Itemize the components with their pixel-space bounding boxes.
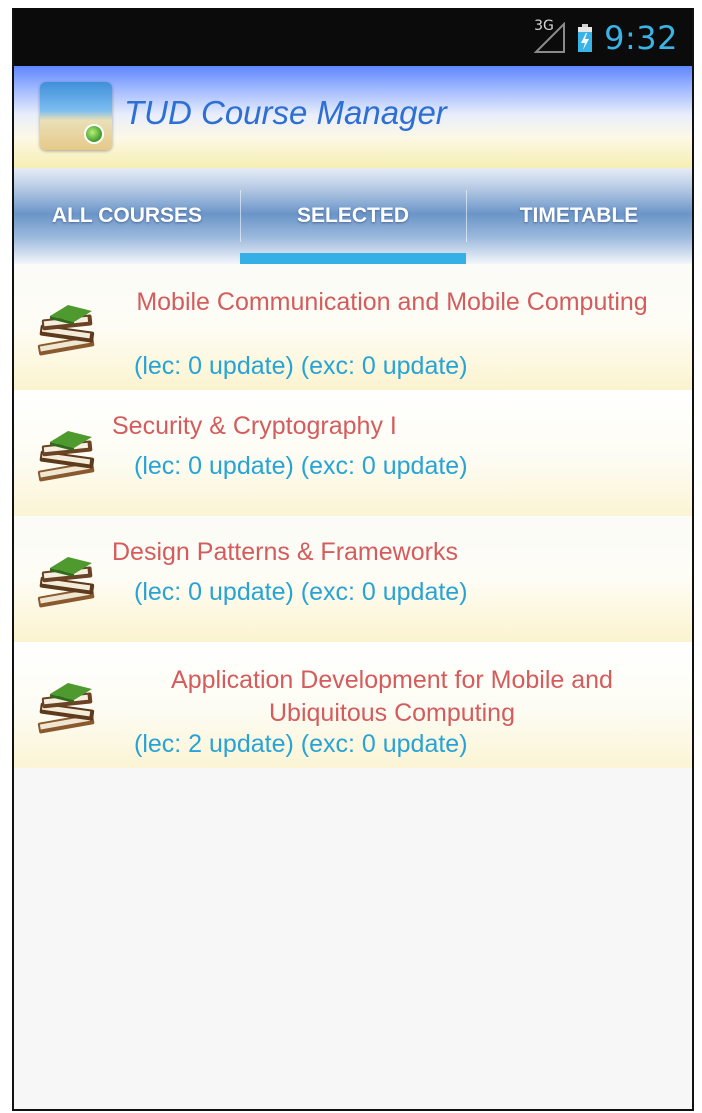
course-item[interactable]: Security & Cryptography I (lec: 0 update… <box>14 390 692 516</box>
tab-selected[interactable]: SELECTED <box>240 168 466 264</box>
tab-label: SELECTED <box>296 204 409 227</box>
course-updates: (lec: 2 update) (exc: 0 update) <box>134 730 468 758</box>
tab-timetable[interactable]: TIMETABLE <box>466 168 692 264</box>
course-list: Mobile Communication and Mobile Computin… <box>14 264 692 768</box>
course-updates: (lec: 0 update) (exc: 0 update) <box>134 578 468 606</box>
books-icon <box>37 305 95 356</box>
battery-icon <box>578 24 593 52</box>
course-item[interactable]: Mobile Communication and Mobile Computin… <box>14 264 692 390</box>
tab-all-courses[interactable]: ALL COURSES <box>14 168 240 264</box>
course-updates: (lec: 0 update) (exc: 0 update) <box>134 352 468 380</box>
course-item[interactable]: Application Development for Mobile and U… <box>14 642 692 768</box>
course-item[interactable]: Design Patterns & Frameworks (lec: 0 upd… <box>14 516 692 642</box>
selected-tab-indicator <box>240 253 466 264</box>
tab-label: ALL COURSES <box>51 204 203 227</box>
clock: 9:32 <box>604 19 678 57</box>
signal-icon: 3G <box>532 18 566 54</box>
status-indicators: 3G 9:32 <box>532 18 678 57</box>
course-name: Mobile Communication and Mobile Computin… <box>136 288 648 316</box>
course-updates: (lec: 0 update) (exc: 0 update) <box>134 452 468 480</box>
tab-label: TIMETABLE <box>519 204 639 227</box>
books-icon <box>37 431 95 482</box>
course-name: Application Development for Mobile and U… <box>171 666 613 727</box>
tab-bar: ALL COURSES SELECTED TIMETABLE <box>14 168 692 264</box>
logo-ball <box>84 124 104 144</box>
course-name: Design Patterns & Frameworks <box>112 538 458 566</box>
phone-screen: 3G 9:32 TUD Course Manager ALL COURSES S… <box>12 8 694 1111</box>
course-name: Security & Cryptography I <box>112 412 397 440</box>
app-title: TUD Course Manager <box>124 94 447 131</box>
books-icon <box>37 557 95 608</box>
books-icon <box>37 683 95 734</box>
status-bar: 3G 9:32 <box>14 8 692 66</box>
action-bar: TUD Course Manager <box>14 66 692 168</box>
app-logo-icon[interactable] <box>40 82 112 150</box>
network-type: 3G <box>534 18 554 34</box>
